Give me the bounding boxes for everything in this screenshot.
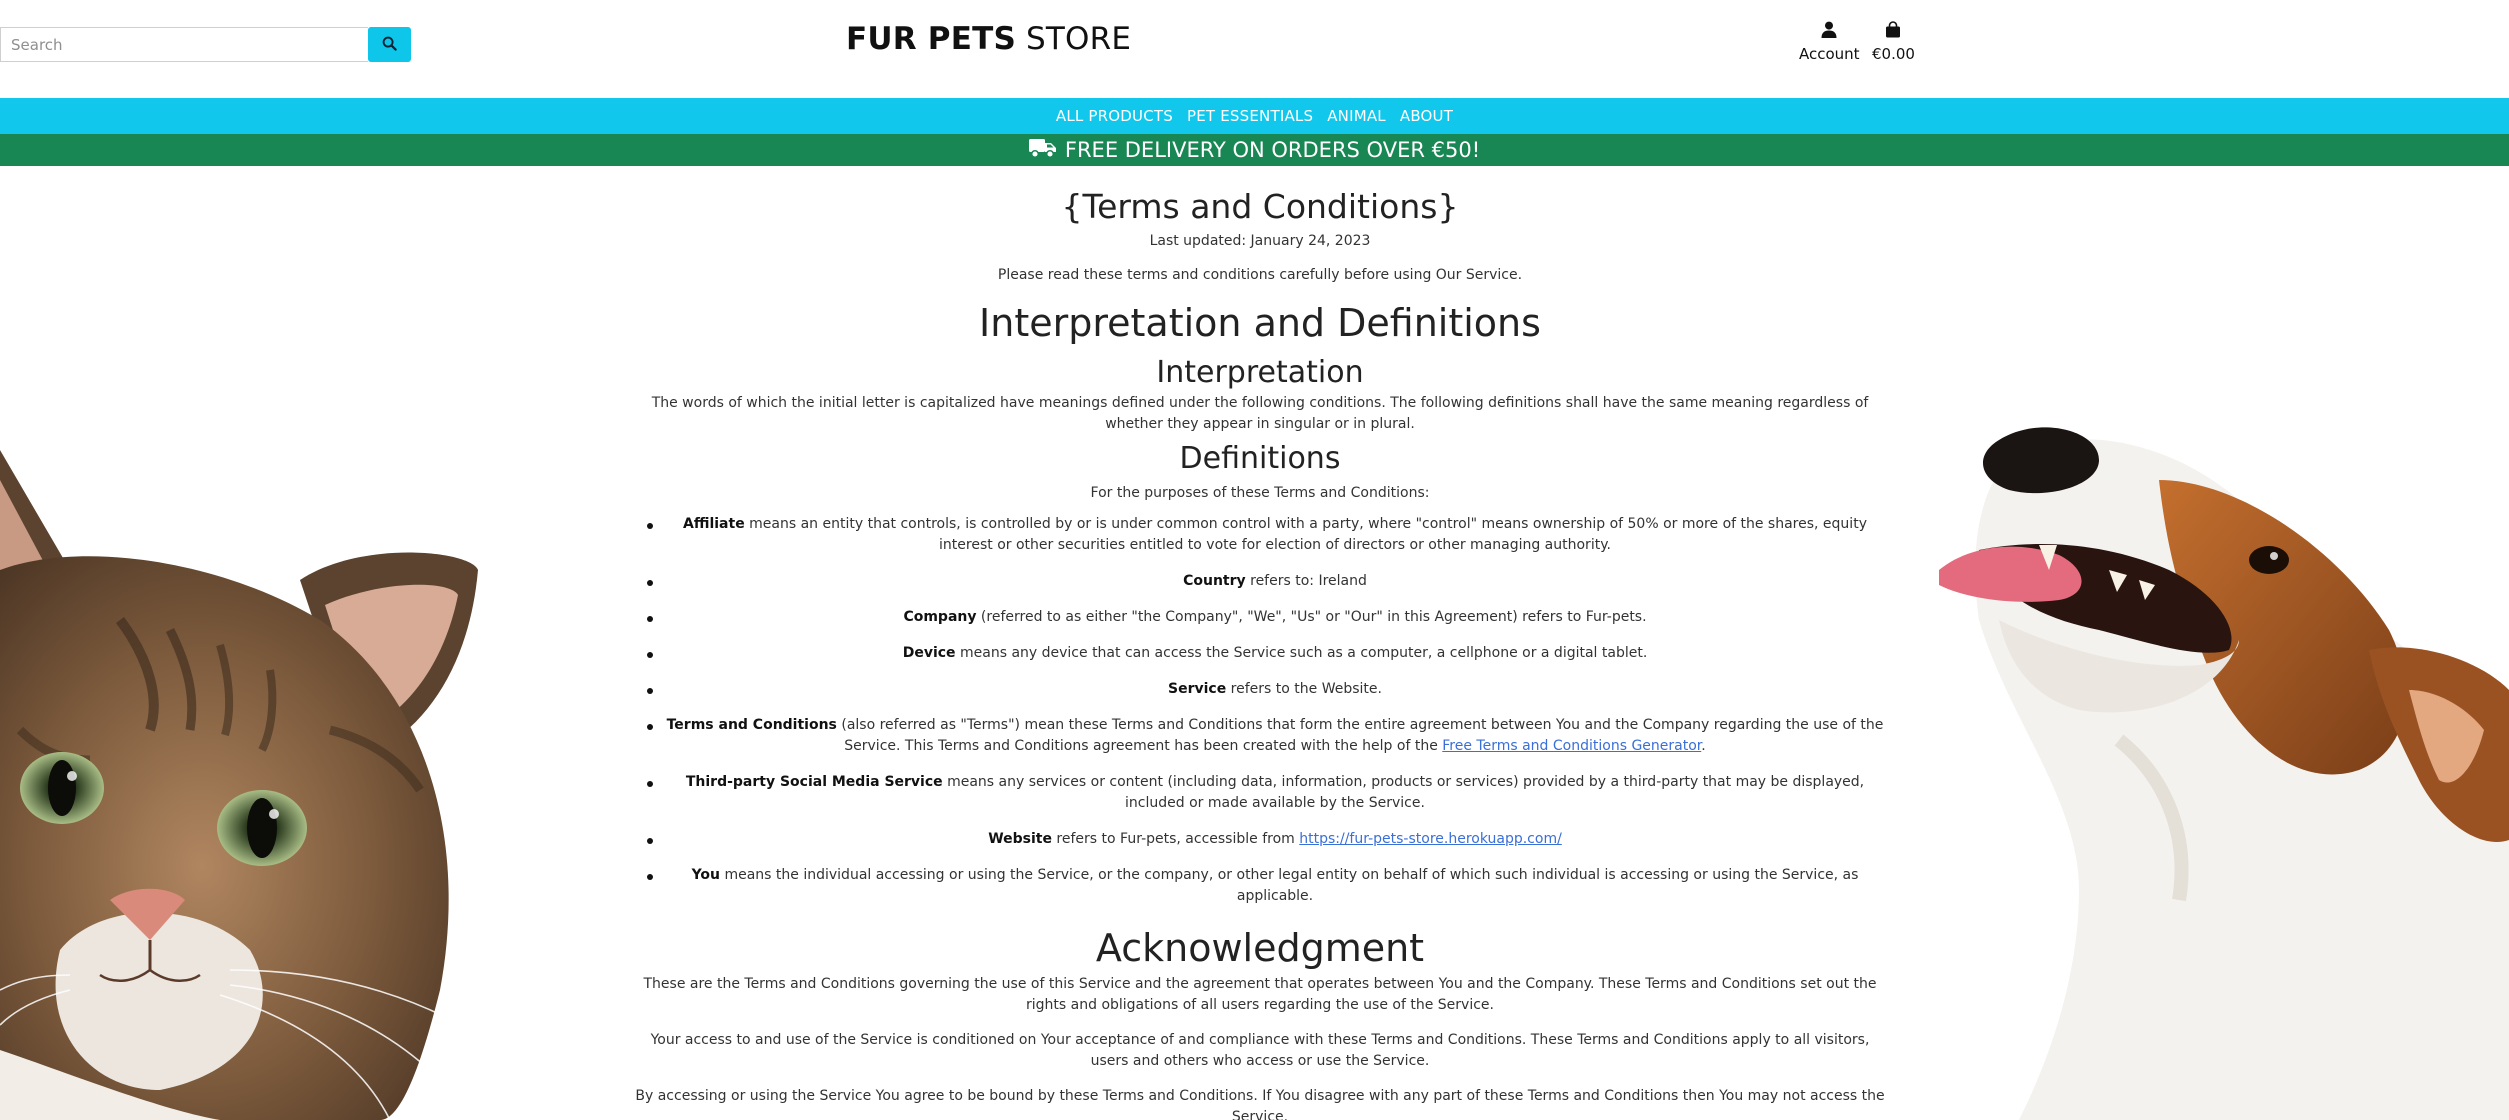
definition-text: refers to: Ireland bbox=[1245, 573, 1367, 589]
definition-term: Service bbox=[1168, 681, 1227, 697]
definition-item: Device means any device that can access … bbox=[635, 643, 1885, 664]
promo-text: FREE DELIVERY ON ORDERS OVER €50! bbox=[1064, 138, 1481, 162]
shopping-bag-icon bbox=[1885, 21, 1901, 42]
store-logo[interactable]: FUR PETS STORE bbox=[846, 21, 1131, 57]
interpretation-text: The words of which the initial letter is… bbox=[651, 395, 1869, 432]
intro-text: Please read these terms and conditions c… bbox=[997, 267, 1523, 283]
website-url-link[interactable]: https://fur-pets-store.herokuapp.com/ bbox=[1299, 831, 1562, 847]
definition-item: You means the individual accessing or us… bbox=[635, 865, 1885, 907]
account-link[interactable]: Account bbox=[1799, 21, 1860, 63]
account-label: Account bbox=[1799, 45, 1860, 63]
definition-text: (referred to as either "the Company", "W… bbox=[976, 609, 1647, 625]
search-form bbox=[0, 27, 411, 62]
definition-item: Country refers to: Ireland bbox=[635, 571, 1885, 592]
shopping-bag-link[interactable]: €0.00 bbox=[1872, 21, 1915, 63]
terms-content: {Terms and Conditions} Last updated: Jan… bbox=[635, 183, 1885, 1120]
heading-acknowledgment: Acknowledgment bbox=[1095, 926, 1425, 970]
search-input[interactable] bbox=[0, 27, 368, 62]
search-button[interactable] bbox=[368, 27, 411, 62]
page: FUR PETS STORE Account €0.00 ALL bbox=[0, 0, 2509, 1120]
definition-term: Website bbox=[988, 831, 1052, 847]
search-icon bbox=[382, 36, 397, 54]
nav-animal[interactable]: ANIMAL bbox=[1327, 107, 1386, 125]
logo-light-text: STORE bbox=[1026, 21, 1132, 57]
heading-interpretation-definitions: Interpretation and Definitions bbox=[979, 301, 1541, 345]
definition-item: Affiliate means an entity that controls,… bbox=[635, 514, 1885, 556]
definitions-list: Affiliate means an entity that controls,… bbox=[635, 514, 1885, 907]
acknowledgment-paragraph: Your access to and use of the Service is… bbox=[650, 1032, 1870, 1069]
nav-about[interactable]: ABOUT bbox=[1400, 107, 1453, 125]
terms-generator-link[interactable]: Free Terms and Conditions Generator bbox=[1442, 738, 1701, 754]
heading-definitions: Definitions bbox=[1179, 441, 1341, 476]
definition-item: Terms and Conditions (also referred as "… bbox=[635, 715, 1885, 757]
nav-pet-essentials[interactable]: PET ESSENTIALS bbox=[1187, 107, 1313, 125]
definition-item: Third-party Social Media Service means a… bbox=[635, 772, 1885, 814]
heading-interpretation: Interpretation bbox=[1156, 355, 1364, 390]
nav-all-products[interactable]: ALL PRODUCTS bbox=[1056, 107, 1173, 125]
definition-item: Company (referred to as either "the Comp… bbox=[635, 607, 1885, 628]
acknowledgment-paragraph: These are the Terms and Conditions gover… bbox=[643, 976, 1877, 1013]
definition-text: means the individual accessing or using … bbox=[720, 867, 1859, 904]
truck-icon bbox=[1028, 137, 1057, 164]
definition-term: Terms and Conditions bbox=[666, 717, 837, 733]
definition-text: refers to the Website. bbox=[1226, 681, 1382, 697]
cat-image bbox=[0, 450, 478, 1120]
definition-term: Company bbox=[903, 609, 977, 625]
definition-tail: . bbox=[1701, 738, 1706, 754]
definition-text: means any services or content (including… bbox=[942, 774, 1865, 811]
promo-banner: FREE DELIVERY ON ORDERS OVER €50! bbox=[0, 134, 2509, 166]
logo-bold-text: FUR PETS bbox=[846, 21, 1016, 57]
definition-term: Device bbox=[902, 645, 956, 661]
definition-text: (also referred as "Terms") mean these Te… bbox=[836, 717, 1884, 754]
definition-text: means an entity that controls, is contro… bbox=[744, 516, 1867, 553]
site-header: FUR PETS STORE Account €0.00 bbox=[0, 0, 2509, 98]
definition-text: means any device that can access the Ser… bbox=[955, 645, 1648, 661]
user-icon bbox=[1821, 21, 1837, 42]
definition-term: You bbox=[691, 867, 721, 883]
definition-term: Country bbox=[1183, 573, 1246, 589]
definition-term: Affiliate bbox=[683, 516, 745, 532]
main-nav: ALL PRODUCTS PET ESSENTIALS ANIMAL ABOUT bbox=[0, 98, 2509, 134]
acknowledgment-paragraph: By accessing or using the Service You ag… bbox=[635, 1088, 1885, 1120]
dog-image bbox=[1939, 427, 2509, 1120]
definition-term: Third-party Social Media Service bbox=[685, 774, 943, 790]
page-title: {Terms and Conditions} bbox=[1061, 187, 1459, 226]
definition-text: refers to Fur-pets, accessible from bbox=[1051, 831, 1300, 847]
definitions-intro: For the purposes of these Terms and Cond… bbox=[1090, 485, 1430, 501]
last-updated: Last updated: January 24, 2023 bbox=[1149, 233, 1371, 249]
definition-item: Service refers to the Website. bbox=[635, 679, 1885, 700]
bag-total: €0.00 bbox=[1872, 45, 1915, 63]
definition-item: Website refers to Fur-pets, accessible f… bbox=[635, 829, 1885, 850]
